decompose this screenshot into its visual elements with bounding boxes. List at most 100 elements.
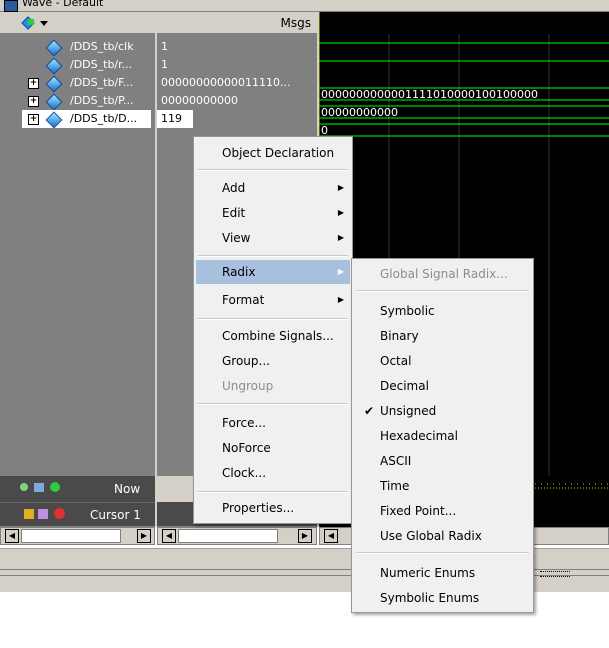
menu-item-label: Ungroup	[222, 379, 274, 393]
menu-item-hexadecimal[interactable]: Hexadecimal	[354, 424, 531, 448]
signal-row[interactable]: + /DDS_tb/P...	[0, 92, 155, 111]
scroll-left-icon[interactable]: ◀	[162, 529, 176, 543]
wave-add-icon[interactable]	[20, 15, 50, 31]
signal-value: 00000000000011110...	[161, 76, 291, 89]
menu-item-label: Symbolic	[380, 304, 435, 318]
signal-row-selected[interactable]: + /DDS_tb/D...	[22, 110, 151, 129]
menu-item-label: Numeric Enums	[380, 566, 476, 580]
window-title: Wave - Default	[22, 0, 104, 9]
expand-plus-icon[interactable]: +	[28, 78, 39, 89]
cursor-label: Cursor 1	[90, 508, 141, 522]
menu-item-label: Octal	[380, 354, 412, 368]
menu-item-time[interactable]: Time	[354, 474, 531, 498]
menu-item-label: NoForce	[222, 441, 271, 455]
add-cursor-icon[interactable]	[50, 482, 60, 492]
signal-row[interactable]: /DDS_tb/clk	[0, 38, 155, 57]
now-row: Now	[0, 476, 155, 502]
menu-item-combine-signals[interactable]: Combine Signals...	[196, 324, 350, 348]
signal-row[interactable]: /DDS_tb/r...	[0, 56, 155, 75]
menu-item-view[interactable]: View ▶	[196, 226, 350, 250]
menu-item-ascii[interactable]: ASCII	[354, 449, 531, 473]
menu-item-label: Unsigned	[380, 404, 437, 418]
signal-name: /DDS_tb/P...	[70, 94, 134, 107]
msg-pane-hscrollbar[interactable]: ◀ ▶	[157, 527, 317, 545]
menu-separator	[198, 169, 348, 171]
radix-submenu: Global Signal Radix... Symbolic Binary O…	[351, 258, 534, 613]
msgs-header: Msgs	[157, 12, 317, 34]
grid-icon[interactable]	[34, 483, 44, 492]
scroll-right-icon[interactable]: ▶	[298, 529, 312, 543]
menu-item-radix[interactable]: Radix ▶	[196, 260, 350, 284]
menu-item-symbolic[interactable]: Symbolic	[354, 299, 531, 323]
menu-item-label: Binary	[380, 329, 419, 343]
bus-value-label: 0000000000001111010000100100000	[321, 88, 538, 101]
scroll-left-icon[interactable]: ◀	[5, 529, 19, 543]
signal-context-menu: Object Declaration Add ▶ Edit ▶ View ▶ Radi…	[193, 136, 353, 524]
menu-item-force[interactable]: Force...	[196, 411, 350, 435]
menu-item-global-signal-radix: Global Signal Radix...	[354, 262, 531, 286]
scroll-thumb[interactable]	[178, 529, 278, 543]
name-pane-hscrollbar[interactable]: ◀ ▶	[0, 527, 155, 545]
window-titlebar[interactable]: Wave - Default	[0, 0, 609, 12]
menu-item-unsigned[interactable]: ✔ Unsigned	[354, 399, 531, 423]
menu-separator	[198, 491, 348, 493]
expand-plus-icon[interactable]: +	[28, 96, 39, 107]
cursor-row: Cursor 1	[0, 502, 155, 526]
signal-diamond-icon	[45, 111, 63, 129]
signal-row[interactable]: + /DDS_tb/F...	[0, 74, 155, 93]
signal-diamond-icon	[45, 57, 63, 75]
submenu-arrow-icon: ▶	[337, 295, 344, 304]
menu-separator	[198, 318, 348, 320]
expand-plus-icon[interactable]: +	[28, 114, 39, 125]
signal-name-pane[interactable]: /DDS_tb/clk /DDS_tb/r... + /DDS_tb/F... …	[0, 12, 155, 527]
menu-item-decimal[interactable]: Decimal	[354, 374, 531, 398]
menu-item-label: Global Signal Radix...	[380, 267, 508, 281]
signal-name: /DDS_tb/F...	[70, 76, 134, 89]
lock-icon[interactable]	[24, 509, 34, 519]
pencil-icon[interactable]	[38, 509, 48, 519]
menu-item-label: Time	[380, 479, 410, 493]
scroll-thumb[interactable]	[21, 529, 121, 543]
zoom-icon[interactable]	[20, 483, 28, 491]
menu-item-clock[interactable]: Clock...	[196, 461, 350, 485]
submenu-arrow-icon: ▶	[337, 233, 344, 242]
signal-value: 1	[161, 40, 168, 53]
scroll-left-icon[interactable]: ◀	[324, 529, 338, 543]
menu-item-properties[interactable]: Properties...	[196, 496, 350, 520]
submenu-arrow-icon: ▶	[337, 183, 344, 192]
msgs-header-label: Msgs	[280, 16, 311, 30]
menu-item-object-declaration[interactable]: Object Declaration	[196, 141, 350, 165]
submenu-arrow-icon: ▶	[337, 208, 344, 217]
menu-item-group[interactable]: Group...	[196, 349, 350, 373]
signal-name: /DDS_tb/clk	[70, 40, 134, 53]
menu-item-symbolic-enums[interactable]: Symbolic Enums	[354, 586, 531, 610]
menu-item-format[interactable]: Format ▶	[196, 288, 350, 312]
signal-value: 00000000000	[161, 94, 238, 107]
signal-diamond-icon	[45, 75, 63, 93]
menu-item-edit[interactable]: Edit ▶	[196, 201, 350, 225]
menu-item-label: Group...	[222, 354, 270, 368]
signal-name: /DDS_tb/D...	[70, 112, 138, 125]
menu-item-label: Clock...	[222, 466, 267, 480]
resize-grip-icon[interactable]	[540, 571, 570, 577]
signal-diamond-icon	[45, 93, 63, 111]
scroll-right-icon[interactable]: ▶	[137, 529, 151, 543]
menu-item-label: Format	[222, 293, 265, 307]
signal-list: /DDS_tb/clk /DDS_tb/r... + /DDS_tb/F... …	[0, 34, 155, 484]
signal-diamond-icon	[45, 39, 63, 57]
menu-item-use-global-radix[interactable]: Use Global Radix	[354, 524, 531, 548]
menu-item-label: Decimal	[380, 379, 429, 393]
menu-item-noforce[interactable]: NoForce	[196, 436, 350, 460]
menu-item-fixed-point[interactable]: Fixed Point...	[354, 499, 531, 523]
checkmark-icon: ✔	[364, 404, 375, 418]
menu-item-label: Fixed Point...	[380, 504, 457, 518]
menu-item-octal[interactable]: Octal	[354, 349, 531, 373]
remove-cursor-icon[interactable]	[54, 508, 65, 519]
menu-item-ungroup: Ungroup	[196, 374, 350, 398]
wave-window-icon	[4, 0, 18, 12]
menu-item-label: Object Declaration	[222, 146, 335, 160]
menu-item-add[interactable]: Add ▶	[196, 176, 350, 200]
menu-item-label: ASCII	[380, 454, 412, 468]
menu-item-numeric-enums[interactable]: Numeric Enums	[354, 561, 531, 585]
menu-item-binary[interactable]: Binary	[354, 324, 531, 348]
